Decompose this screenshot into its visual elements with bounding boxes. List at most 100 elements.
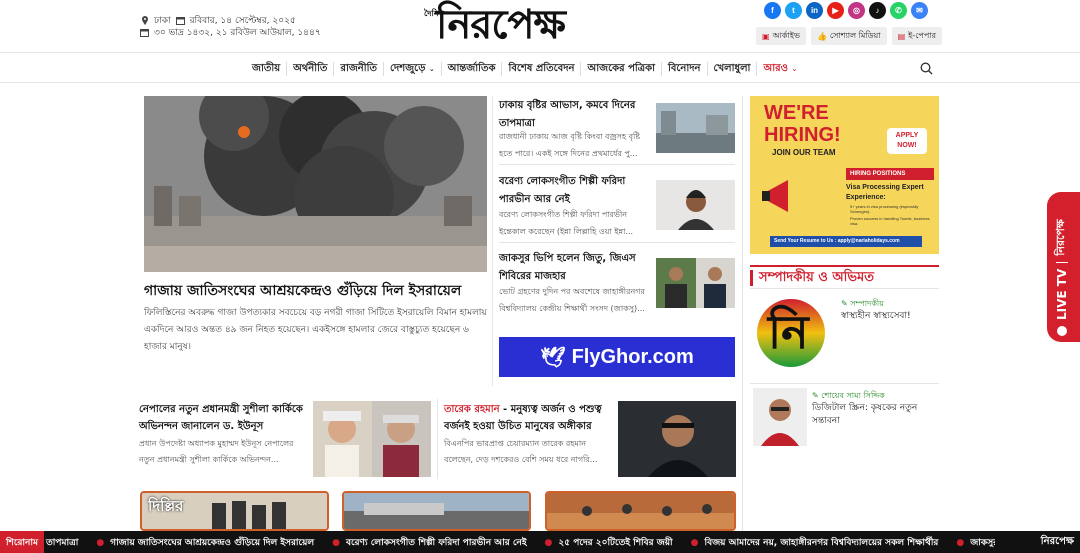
site-logo[interactable]: দৈনিক নিরপেক্ষ [424,2,614,48]
bird-icon: 🕊 [540,346,566,369]
heading-bar [750,270,753,286]
nav-item-politics[interactable]: রাজনীতি [334,61,384,76]
ticker-item[interactable]: তাপমাত্রা [46,535,78,550]
search-icon[interactable] [920,62,933,75]
nav-item-country-label: দেশজুড়ে [390,62,426,74]
instagram-icon[interactable]: ◎ [848,2,865,19]
thumbs-up-icon: 👍 [816,31,827,41]
opinion-section-heading: সম্পাদকীয় ও অভিমত [750,265,939,289]
positions-label: HIRING POSITIONS [846,168,934,180]
resume-footer: Send Your Resume to Us : apply@nariaholi… [770,236,922,247]
bottom-card-3[interactable] [545,491,736,531]
bottom-news-title-2[interactable]: তারেক রহমান - মনুষ্যত্ব অর্জন ও পশুত্ব ব… [444,401,614,435]
bottom-news-summary-1: প্রধান উপদেষ্টা অধ্যাপক মুহাম্মদ ইউনূস ন… [139,439,294,464]
archive-button[interactable]: ▣ আর্কাইভ [756,27,806,45]
nav-item-special-report[interactable]: বিশেষ প্রতিবেদন [502,61,582,76]
live-tv-brand: নিরপেক্ষ [1054,219,1067,256]
experience-item-1: 5+ years in visa processing (especially … [850,204,919,214]
nav-item-national[interactable]: জাতীয় [246,61,288,76]
archive-icon: ▣ [762,31,770,41]
divider [499,164,735,165]
ticker-item[interactable]: ● বিজয় আমাদের নয়, জাহাঙ্গীরনগর বিশ্ববিদ… [691,535,939,550]
nav-item-entertainment[interactable]: বিনোদন [662,61,708,76]
header-alt-date: ৩০ ভাদ্র ১৪৩২, ২১ রবিউল আউয়াল, ১৪৪৭ [140,25,321,40]
side-news-image-1[interactable] [656,103,735,153]
side-news-title-3[interactable]: জাকসুর ভিপি হলেন জিতু, জিএস শিবিরের মাজহ… [499,250,651,286]
nav-item-more-label: আরও [763,62,788,74]
flyghor-ad-text: FlyGhor.com [571,345,694,368]
whatsapp-icon[interactable]: ✆ [890,2,907,19]
logo-big-text: নিরপেক্ষ [436,2,566,48]
nav-item-international[interactable]: আন্তর্জাতিক [442,61,503,76]
column-divider [742,96,743,532]
bullet-icon: ● [956,537,965,548]
side-news-image-3[interactable] [656,258,735,308]
ticker-item[interactable]: ● বরেণ্য লোকসংগীত শিল্পী ফরিদা পারভীন আর … [332,535,526,550]
ticker-items: তাপমাত্রা ● গাজায় জাতিসংঘের আশ্রয়কেন্দ্… [46,531,1080,553]
side-news-image-2[interactable] [656,180,735,230]
hiring-ad[interactable]: WE'RE HIRING! JOIN OUR TEAM APPLY NOW! H… [750,96,939,254]
calendar-icon [140,28,149,37]
bottom-card-1-text: দিল্লির [148,497,184,515]
experience-item-2: Proven success in handling Tourist, busi… [850,216,930,226]
flyghor-ad[interactable]: 🕊 FlyGhor.com [499,337,735,377]
megaphone-icon [762,176,802,216]
nav-item-todays-paper[interactable]: আজকের পত্রিকা [581,61,662,76]
messenger-icon[interactable]: ✉ [911,2,928,19]
ticker-item-text: তাপমাত্রা [46,537,79,548]
lead-news-image[interactable] [144,96,487,272]
opinion-author-2-name: শোয়েব সাম্য সিদ্দিক [821,391,885,400]
divider [499,242,735,243]
bullet-icon: ● [96,537,105,548]
side-news-summary-1: রাজধানী ঢাকায় আজ বৃষ্টি কিংবা বজ্রসহ বৃ… [499,132,641,158]
bottom-card-2[interactable] [342,491,531,531]
ticker-item[interactable]: ● গাজায় জাতিসংঘের আশ্রয়কেন্দ্রও গুঁড়িয… [96,535,314,550]
opinion-title-2[interactable]: ডিজিটাল স্ক্রিন: কৃষকের নতুন সন্তাবনা [812,402,937,428]
news-ticker: শিরোনাম তাপমাত্রা ● গাজায় জাতিসংঘের আশ্র… [0,531,1080,553]
side-news-summary-2: বরেণ্য লোকসংগীত শিল্পী ফরিদা পারভীন ইন্ত… [499,210,634,236]
editorial-logo[interactable]: নি [750,298,832,368]
live-dot-icon [1056,326,1067,336]
nav-item-economy[interactable]: অর্থনীতি [287,61,335,76]
nav-item-more[interactable]: আরও ⌄ [757,62,803,76]
lead-news-title[interactable]: গাজায় জাতিসংঘের আশ্রয়কেন্দ্রও গুঁড়িয়… [144,281,489,301]
twitter-icon[interactable]: t [785,2,802,19]
bottom-news-summary-2: বিএনপির ভারপ্রাপ্ত চেয়ারম্যান তারেক রহম… [444,439,598,464]
live-tv-divider [1055,261,1068,263]
bottom-news-image-2[interactable] [618,401,736,477]
bottom-news-image-1[interactable] [313,401,431,477]
facebook-icon[interactable]: f [764,2,781,19]
epaper-button[interactable]: ▤ ই-পেপার [891,27,943,45]
main-nav: জাতীয় অর্থনীতি রাজনীতি দেশজুড়ে ⌄ আন্তর… [246,53,803,84]
column-divider [492,96,493,386]
ticker-item-text: বিজয় আমাদের নয়, জাহাঙ্গীরনগর বিশ্ববিদ্… [704,537,939,548]
live-tv-label: LIVE TV [1054,268,1069,320]
nav-item-country[interactable]: দেশজুড়ে ⌄ [384,61,442,76]
hiring-sub: JOIN OUR TEAM [772,148,836,157]
editorial-logo-text: নি [768,305,809,359]
header-buttons: ▣ আর্কাইভ 👍 সোশ্যাল মিডিয়া ▤ ই-পেপার [756,27,943,45]
live-tv-content: LIVE TV নিরপেক্ষ [1052,196,1071,336]
chevron-down-icon: ⌄ [791,64,798,73]
social-media-button[interactable]: 👍 সোশ্যাল মিডিয়া [810,27,887,45]
experience-label: Experience: [846,194,886,201]
tiktok-icon[interactable]: ♪ [869,2,886,19]
edit-icon: ✎ [841,299,848,308]
ticker-item-text: ২৫ পদের ২০টিতেই শিবির জয়ী [558,537,673,548]
role-text: Visa Processing Expert [846,184,924,191]
bullet-icon: ● [690,537,699,548]
opinion-author-photo[interactable] [753,388,807,446]
newspaper-icon: ▤ [897,31,906,41]
bottom-news-title-1[interactable]: নেপালের নতুন প্রধানমন্ত্রী সুশীলা কার্কি… [139,401,309,435]
bottom-card-1[interactable]: দিল্লির [140,491,329,531]
youtube-icon[interactable]: ▶ [827,2,844,19]
side-news-title-2[interactable]: বরেণ্য লোকসংগীত শিল্পী ফরিদা পারভীন আর ন… [499,173,651,209]
live-tv-button[interactable]: LIVE TV নিরপেক্ষ [1047,192,1080,342]
ticker-item-text: গাজায় জাতিসংঘের আশ্রয়কেন্দ্রও গুঁড়িয়… [110,537,315,548]
ticker-item[interactable]: ● ২৫ পদের ২০টিতেই শিবির জয়ী [545,535,673,550]
opinion-title-1[interactable]: স্বাস্থ্যহীন স্বাস্থ্যসেবা! [841,310,939,323]
nav-item-sports[interactable]: খেলাধুলা [708,61,758,76]
linkedin-icon[interactable]: in [806,2,823,19]
hiring-headline: WE'RE HIRING! [764,102,841,146]
ticker-logo[interactable]: নিরপেক্ষ [995,531,1080,553]
